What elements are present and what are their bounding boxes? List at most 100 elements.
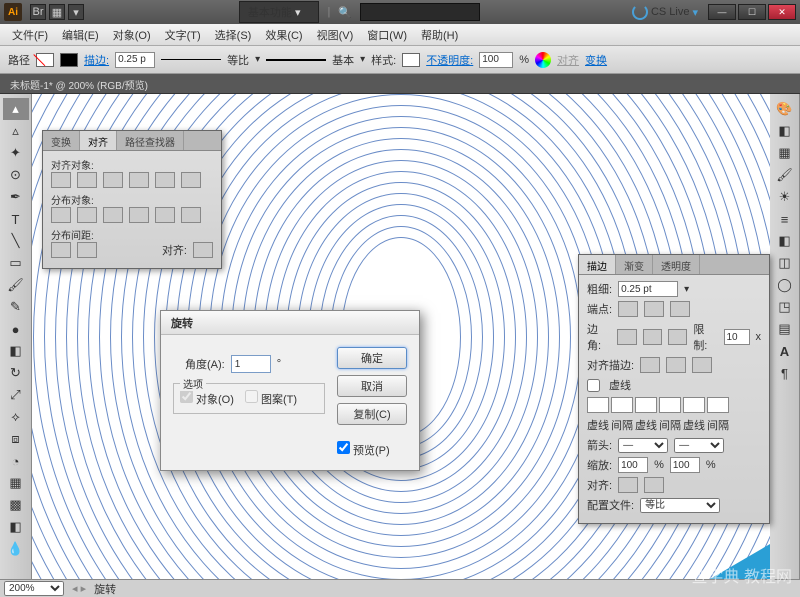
fill-swatch[interactable] bbox=[36, 53, 54, 67]
menu-help[interactable]: 帮助(H) bbox=[415, 24, 464, 46]
workspace-selector[interactable]: 基本功能 ▾ bbox=[239, 1, 320, 23]
menu-effect[interactable]: 效果(C) bbox=[259, 24, 308, 46]
menu-type[interactable]: 文字(T) bbox=[159, 24, 207, 46]
cap-square-icon[interactable] bbox=[670, 301, 690, 317]
cslive-button[interactable]: CS Live ▾ bbox=[632, 4, 698, 20]
appearance-icon[interactable]: ◯ bbox=[772, 274, 798, 296]
corner-round-icon[interactable] bbox=[643, 329, 662, 345]
tab-stroke[interactable]: 描边 bbox=[579, 255, 616, 274]
gradient-panel-icon[interactable]: ◧ bbox=[772, 230, 798, 252]
minimize-button[interactable]: — bbox=[708, 4, 736, 20]
angle-input[interactable] bbox=[231, 355, 271, 373]
scale-tool[interactable]: ⤢ bbox=[3, 384, 29, 406]
stroke-swatch[interactable] bbox=[60, 53, 78, 67]
tab-transparency[interactable]: 透明度 bbox=[653, 255, 700, 274]
dist-vcenter-icon[interactable] bbox=[77, 207, 97, 223]
stroke-panel-icon[interactable]: ≡ bbox=[772, 208, 798, 230]
symbols-icon[interactable]: ☀ bbox=[772, 186, 798, 208]
swatches-icon[interactable]: ▦ bbox=[772, 142, 798, 164]
close-button[interactable]: ✕ bbox=[768, 4, 796, 20]
tab-gradient[interactable]: 渐变 bbox=[616, 255, 653, 274]
objects-checkbox[interactable] bbox=[180, 390, 193, 403]
dash2-input[interactable] bbox=[635, 397, 657, 413]
dist-vspace-icon[interactable] bbox=[51, 242, 71, 258]
free-transform-tool[interactable]: ⧈ bbox=[3, 428, 29, 450]
line-tool[interactable]: ╲ bbox=[3, 230, 29, 252]
preview-checkbox[interactable] bbox=[337, 441, 350, 454]
profile-select[interactable]: 等比 bbox=[640, 498, 720, 513]
zoom-select[interactable]: 200% bbox=[4, 581, 64, 596]
align-hcenter-icon[interactable] bbox=[77, 172, 97, 188]
brush-tool[interactable]: 🖌 bbox=[3, 274, 29, 296]
search-input[interactable] bbox=[360, 3, 480, 21]
tab-align[interactable]: 对齐 bbox=[80, 131, 117, 150]
align-bottom-icon[interactable] bbox=[181, 172, 201, 188]
dist-top-icon[interactable] bbox=[51, 207, 71, 223]
weight-input[interactable] bbox=[618, 281, 678, 297]
char-panel-icon[interactable]: A bbox=[772, 340, 798, 362]
tab-pathfinder[interactable]: 路径查找器 bbox=[117, 131, 184, 150]
menu-select[interactable]: 选择(S) bbox=[209, 24, 258, 46]
align-to-icon[interactable] bbox=[193, 242, 213, 258]
dash-checkbox[interactable] bbox=[587, 379, 600, 392]
brushes-icon[interactable]: 🖌 bbox=[772, 164, 798, 186]
eyedropper-tool[interactable]: 💧 bbox=[3, 538, 29, 560]
transparency-icon[interactable]: ◫ bbox=[772, 252, 798, 274]
align-top-icon[interactable] bbox=[129, 172, 149, 188]
cancel-button[interactable]: 取消 bbox=[337, 375, 407, 397]
para-panel-icon[interactable]: ¶ bbox=[772, 362, 798, 384]
limit-input[interactable] bbox=[724, 329, 750, 345]
dist-bottom-icon[interactable] bbox=[103, 207, 123, 223]
pencil-tool[interactable]: ✎ bbox=[3, 296, 29, 318]
selection-tool[interactable]: ▴ bbox=[3, 98, 29, 120]
cap-round-icon[interactable] bbox=[644, 301, 664, 317]
document-tab[interactable]: 未标题-1* @ 200% (RGB/预览) bbox=[0, 74, 800, 94]
arrow-start-select[interactable]: — bbox=[618, 438, 668, 453]
ok-button[interactable]: 确定 bbox=[337, 347, 407, 369]
gradient-tool[interactable]: ◧ bbox=[3, 516, 29, 538]
menu-file[interactable]: 文件(F) bbox=[6, 24, 54, 46]
align-stroke-inside-icon[interactable] bbox=[666, 357, 686, 373]
corner-bevel-icon[interactable] bbox=[668, 329, 687, 345]
align-vcenter-icon[interactable] bbox=[155, 172, 175, 188]
style-swatch[interactable] bbox=[402, 53, 420, 67]
menu-edit[interactable]: 编辑(E) bbox=[56, 24, 105, 46]
option-objects[interactable]: 对象(O) bbox=[180, 394, 234, 406]
transform-link[interactable]: 变换 bbox=[585, 52, 607, 68]
dash1-input[interactable] bbox=[587, 397, 609, 413]
arrow-align2-icon[interactable] bbox=[644, 477, 664, 493]
menu-window[interactable]: 窗口(W) bbox=[361, 24, 413, 46]
corner-miter-icon[interactable] bbox=[617, 329, 636, 345]
recolor-icon[interactable] bbox=[535, 52, 551, 68]
perspective-tool[interactable]: ▦ bbox=[3, 472, 29, 494]
mesh-tool[interactable]: ▩ bbox=[3, 494, 29, 516]
align-left-icon[interactable] bbox=[51, 172, 71, 188]
patterns-checkbox[interactable] bbox=[245, 390, 258, 403]
dist-right-icon[interactable] bbox=[181, 207, 201, 223]
rect-tool[interactable]: ▭ bbox=[3, 252, 29, 274]
color-panel-icon[interactable]: 🎨 bbox=[772, 98, 798, 120]
layout-button[interactable]: ▦ bbox=[49, 4, 65, 20]
width-tool[interactable]: ⟡ bbox=[3, 406, 29, 428]
align-stroke-center-icon[interactable] bbox=[640, 357, 660, 373]
lasso-tool[interactable]: ⊙ bbox=[3, 164, 29, 186]
align-right-icon[interactable] bbox=[103, 172, 123, 188]
dash-select[interactable]: 等比 bbox=[227, 52, 249, 68]
preview-option[interactable]: 预览(P) bbox=[337, 441, 407, 458]
gap3-input[interactable] bbox=[707, 397, 729, 413]
opacity-input[interactable] bbox=[479, 52, 513, 68]
maximize-button[interactable]: ☐ bbox=[738, 4, 766, 20]
dist-hspace-icon[interactable] bbox=[77, 242, 97, 258]
stroke-link[interactable]: 描边: bbox=[84, 52, 109, 68]
graphic-styles-icon[interactable]: ◳ bbox=[772, 296, 798, 318]
arrow-align1-icon[interactable] bbox=[618, 477, 638, 493]
color-guide-icon[interactable]: ◧ bbox=[772, 120, 798, 142]
dist-left-icon[interactable] bbox=[129, 207, 149, 223]
dash3-input[interactable] bbox=[683, 397, 705, 413]
arrange-button[interactable]: ▾ bbox=[68, 4, 84, 20]
brush-select[interactable]: 基本 bbox=[332, 52, 354, 68]
option-patterns[interactable]: 图案(T) bbox=[245, 394, 297, 406]
copy-button[interactable]: 复制(C) bbox=[337, 403, 407, 425]
type-tool[interactable]: T bbox=[3, 208, 29, 230]
scale2-input[interactable] bbox=[670, 457, 700, 473]
